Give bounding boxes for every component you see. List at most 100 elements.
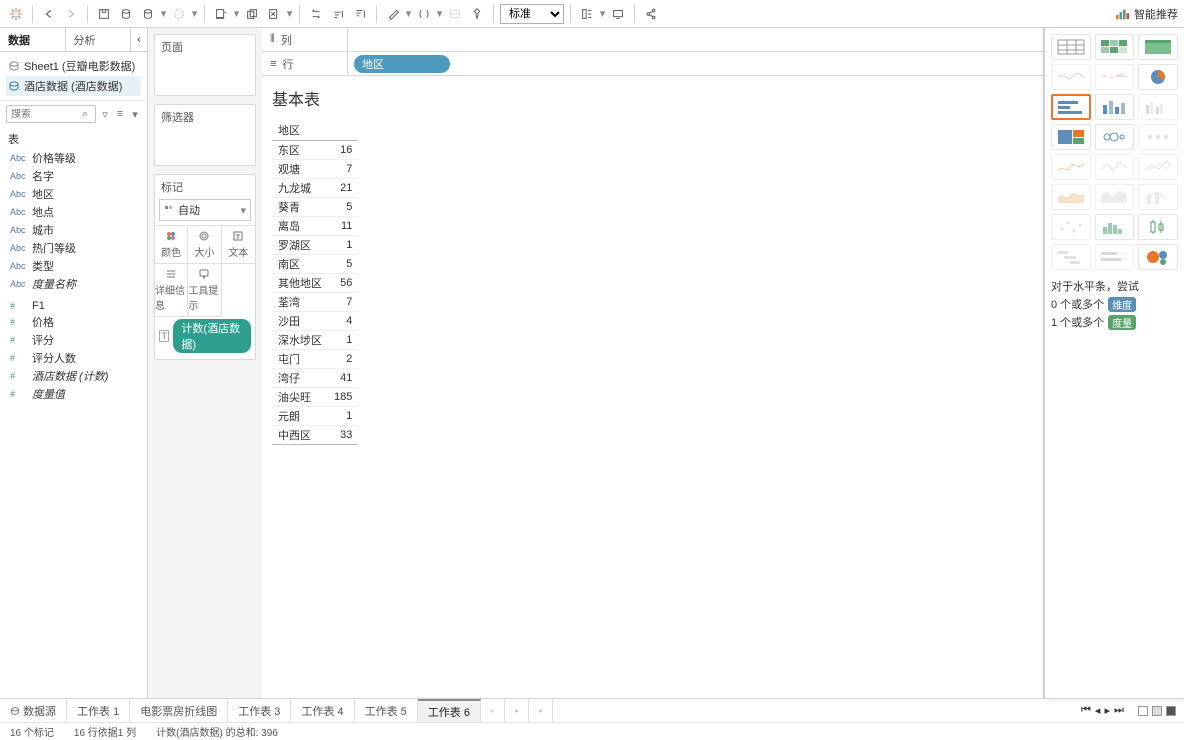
field-measure[interactable]: #度量值 <box>6 385 147 403</box>
chevron-down-icon[interactable]: ▾ <box>405 7 412 20</box>
table-row[interactable]: 观塘7 <box>272 160 358 179</box>
tab-datasource[interactable]: 数据源 <box>0 699 67 722</box>
field-dimension[interactable]: Abc价格等级 <box>6 149 147 167</box>
group-icon[interactable] <box>414 4 434 24</box>
show-me-packed[interactable] <box>1138 244 1178 270</box>
new-datasource-icon[interactable] <box>116 4 136 24</box>
show-me-boxplot[interactable] <box>1138 214 1178 240</box>
field-dimension[interactable]: Abc类型 <box>6 257 147 275</box>
table-row[interactable]: 屯门2 <box>272 350 358 369</box>
table-row[interactable]: 元朗1 <box>272 407 358 426</box>
show-me-circleview[interactable] <box>1095 124 1135 150</box>
show-me-line-c[interactable] <box>1051 154 1091 180</box>
marks-pill-count[interactable]: 计数(酒店数据) <box>173 319 251 353</box>
view-toggle-icon[interactable]: ≡ <box>114 108 126 120</box>
field-dimension[interactable]: Abc地区 <box>6 185 147 203</box>
table-row[interactable]: 湾仔41 <box>272 369 358 388</box>
duplicate-icon[interactable] <box>242 4 262 24</box>
show-me-bullet[interactable] <box>1095 244 1135 270</box>
save-icon[interactable] <box>94 4 114 24</box>
chevron-down-icon[interactable]: ▾ <box>599 7 606 20</box>
field-dimension[interactable]: Abc地点 <box>6 203 147 221</box>
show-me-dual-line[interactable] <box>1138 154 1178 180</box>
show-me-vbar[interactable] <box>1095 94 1135 120</box>
table-row[interactable]: 离岛11 <box>272 217 358 236</box>
undo-icon[interactable] <box>39 4 59 24</box>
field-measure[interactable]: #评分 <box>6 331 147 349</box>
show-me-dual-combo[interactable] <box>1138 184 1178 210</box>
sheet-tab[interactable]: 工作表 4 <box>291 699 354 722</box>
fit-select[interactable]: 标准 <box>500 4 564 24</box>
sort-desc-icon[interactable] <box>350 4 370 24</box>
marks-tooltip[interactable]: 工具提示 <box>188 264 221 317</box>
show-me-pie[interactable] <box>1138 64 1178 90</box>
highlight-icon[interactable] <box>383 4 403 24</box>
table-row[interactable]: 荃湾7 <box>272 293 358 312</box>
show-me-histogram[interactable] <box>1095 214 1135 240</box>
tableau-logo-icon[interactable] <box>6 4 26 24</box>
table-row[interactable]: 葵青5 <box>272 198 358 217</box>
table-row[interactable]: 东区16 <box>272 141 358 160</box>
show-me-sidebyside[interactable] <box>1138 94 1178 120</box>
clear-icon[interactable] <box>264 4 284 24</box>
field-dimension[interactable]: Abc城市 <box>6 221 147 239</box>
sort-asc-icon[interactable] <box>328 4 348 24</box>
share-icon[interactable] <box>641 4 661 24</box>
table-row[interactable]: 深水埗区1 <box>272 331 358 350</box>
swap-icon[interactable] <box>306 4 326 24</box>
table-row[interactable]: 沙田4 <box>272 312 358 331</box>
chevron-down-icon[interactable]: ▾ <box>233 7 240 20</box>
show-me-sidecircle[interactable] <box>1138 124 1178 150</box>
field-dimension[interactable]: Abc度量名称 <box>6 275 147 293</box>
rows-shelf[interactable]: ≡行 地区 <box>262 52 1043 76</box>
datasource-item[interactable]: Sheet1 (豆瓣电影数据) <box>6 56 141 76</box>
redo-icon[interactable] <box>61 4 81 24</box>
sheet-tab[interactable]: 工作表 1 <box>67 699 130 722</box>
view-filmstrip-icon[interactable] <box>1152 706 1162 716</box>
marks-type-select[interactable]: 自动 ▾ <box>159 199 251 221</box>
sheet-tab[interactable]: 工作表 5 <box>355 699 418 722</box>
show-me-line-d[interactable] <box>1095 154 1135 180</box>
tab-nav[interactable]: ⏮◂▸⏭ <box>1073 699 1184 722</box>
show-me-area-c[interactable] <box>1051 184 1091 210</box>
show-me-heat[interactable] <box>1095 34 1135 60</box>
show-me-table[interactable] <box>1051 34 1091 60</box>
filter-icon[interactable]: ▿ <box>99 108 111 120</box>
refresh-icon[interactable] <box>138 4 158 24</box>
show-me-map-sym[interactable] <box>1051 64 1091 90</box>
table-row[interactable]: 南区5 <box>272 255 358 274</box>
new-worksheet-icon[interactable] <box>211 4 231 24</box>
presentation-icon[interactable] <box>608 4 628 24</box>
sheet-tab[interactable]: 工作表 3 <box>228 699 291 722</box>
table-row[interactable]: 九龙城21 <box>272 179 358 198</box>
field-measure[interactable]: #酒店数据 (计数) <box>6 367 147 385</box>
chevron-down-icon[interactable]: ▾ <box>191 7 198 20</box>
columns-shelf[interactable]: ⦀列 <box>262 28 1043 52</box>
show-me-treemap[interactable] <box>1051 124 1091 150</box>
sheet-tab[interactable]: 工作表 6 <box>418 699 481 722</box>
rows-pill-region[interactable]: 地区 <box>354 55 450 73</box>
field-measure[interactable]: #价格 <box>6 313 147 331</box>
chevron-down-icon[interactable]: ▾ <box>129 108 141 120</box>
viz-title[interactable]: 基本表 <box>272 86 1033 110</box>
show-me-map-fill[interactable] <box>1095 64 1135 90</box>
view-tabs-icon[interactable] <box>1138 706 1148 716</box>
show-me-button[interactable]: 智能推荐 <box>1116 6 1178 22</box>
chevron-down-icon[interactable]: ▾ <box>436 7 443 20</box>
table-row[interactable]: 其他地区56 <box>272 274 358 293</box>
datasource-item[interactable]: 酒店数据 (酒店数据) <box>6 76 141 96</box>
chevron-down-icon[interactable]: ▾ <box>160 7 167 20</box>
show-me-highlight[interactable] <box>1138 34 1178 60</box>
marks-size[interactable]: 大小 <box>188 226 221 264</box>
marks-color[interactable]: 颜色 <box>155 226 188 264</box>
sheet-tab[interactable]: 电影票房折线图 <box>130 699 228 722</box>
field-measure[interactable]: #F1 <box>6 299 147 313</box>
show-me-hbar[interactable] <box>1051 94 1091 120</box>
field-dimension[interactable]: Abc名字 <box>6 167 147 185</box>
tab-data[interactable]: 数据 <box>0 28 66 51</box>
collapse-pane-icon[interactable]: ‹ <box>131 28 147 51</box>
field-measure[interactable]: #评分人数 <box>6 349 147 367</box>
pause-icon[interactable] <box>169 4 189 24</box>
pin-icon[interactable] <box>467 4 487 24</box>
chevron-down-icon[interactable]: ▾ <box>286 7 293 20</box>
